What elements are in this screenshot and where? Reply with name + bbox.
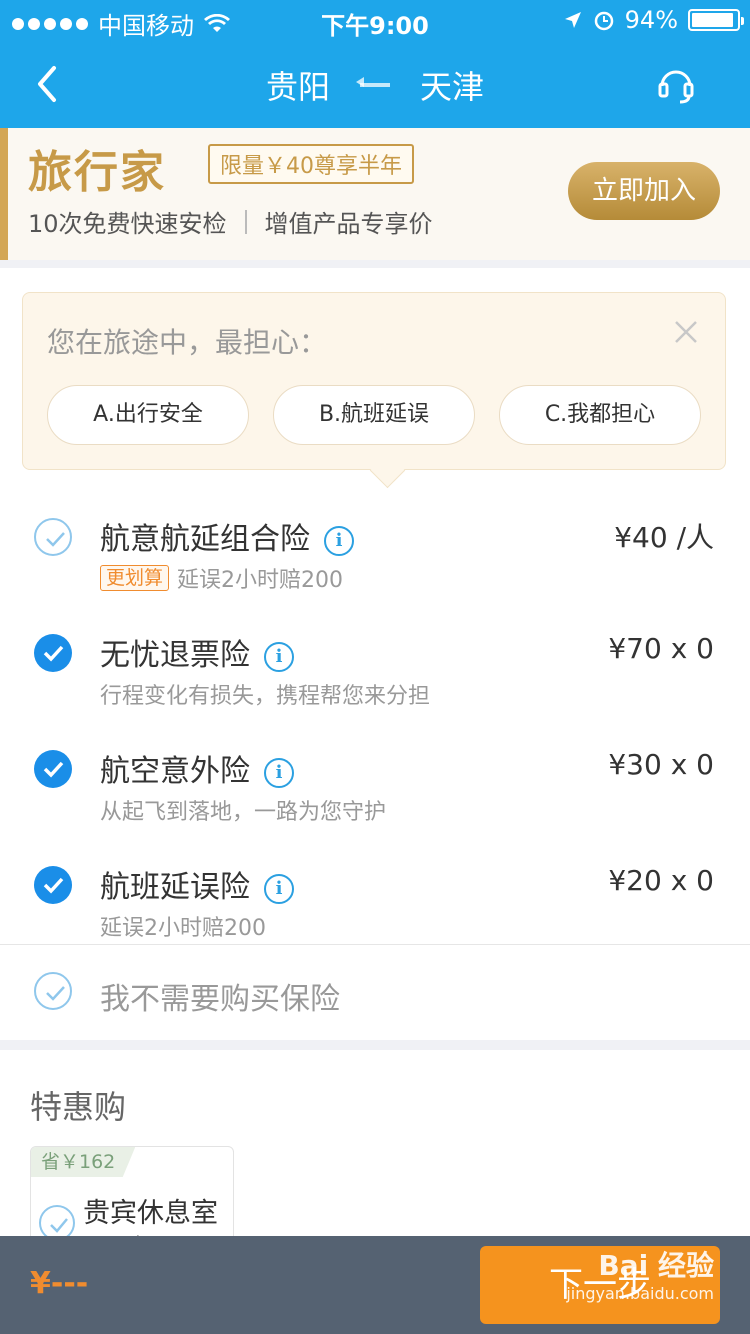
insurance-name: 航意航延组合险 — [100, 522, 310, 557]
checkbox-checked-icon[interactable] — [34, 634, 72, 672]
membership-banner: 旅行家 限量￥40尊享半年 10次免费快速安检 增值产品专享价 立即加入 — [0, 128, 750, 260]
promo-badge: 限量￥40尊享半年 — [208, 144, 414, 184]
benefits: 10次免费快速安检 增值产品专享价 — [28, 204, 433, 239]
insurance-name: 航空意外险 — [100, 754, 250, 789]
checkbox-unchecked-icon[interactable] — [34, 972, 72, 1010]
insurance-panel: 您在旅途中，最担心： A.出行安全 B.航班延误 C.我都担心 航意航延组合险 i… — [0, 268, 750, 1040]
route-arrow-icon — [356, 77, 390, 87]
divider — [0, 944, 750, 945]
insurance-price: ¥70 x 0 — [608, 632, 714, 665]
info-icon[interactable]: i — [264, 758, 294, 788]
deals-section: 特惠购 省￥162 贵宾休息室 ¥88/人 — [0, 1050, 750, 1256]
destination-city: 天津 — [420, 68, 485, 106]
survey-options: A.出行安全 B.航班延误 C.我都担心 — [47, 385, 701, 445]
bottom-bar: ¥--- 下一步 Bai 经验 jingyan.baidu.com — [0, 1236, 750, 1334]
insurance-row[interactable]: 航空意外险 i 从起飞到落地，一路为您守护 ¥30 x 0 — [0, 736, 750, 846]
origin-city: 贵阳 — [265, 68, 330, 106]
insurance-desc: 从起飞到落地，一路为您守护 — [100, 800, 387, 825]
insurance-desc: 延误2小时赔200 — [100, 916, 266, 941]
insurance-price: ¥40 /人 — [614, 521, 714, 554]
concern-survey: 您在旅途中，最担心： A.出行安全 B.航班延误 C.我都担心 — [22, 292, 726, 470]
insurance-row[interactable]: 无忧退票险 i 行程变化有损失，携程帮您来分担 ¥70 x 0 — [0, 620, 750, 730]
no-insurance-label: 我不需要购买保险 — [100, 982, 340, 1017]
battery-percent: 94% — [624, 6, 678, 34]
alarm-icon — [594, 11, 613, 31]
checkbox-checked-icon[interactable] — [34, 866, 72, 904]
save-badge: 省￥162 — [31, 1147, 136, 1177]
option-delay[interactable]: B.航班延误 — [273, 385, 475, 445]
info-icon[interactable]: i — [264, 874, 294, 904]
checkbox-unchecked-icon[interactable] — [34, 518, 72, 556]
deals-title: 特惠购 — [30, 1088, 127, 1126]
screen: { "status_bar": {"carrier": "中国移动", "tim… — [0, 0, 750, 1334]
insurance-name: 航班延误险 — [100, 870, 250, 905]
deal-name: 贵宾休息室 — [83, 1198, 218, 1229]
divider — [244, 209, 247, 234]
info-icon[interactable]: i — [324, 526, 354, 556]
header: 中国移动 下午9:00 94% 贵阳 天津 — [0, 0, 750, 128]
nav-bar: 贵阳 天津 — [0, 40, 750, 128]
insurance-price: ¥30 x 0 — [608, 748, 714, 781]
insurance-price: ¥20 x 0 — [608, 864, 714, 897]
checkbox-checked-icon[interactable] — [34, 750, 72, 788]
insurance-desc: 延误2小时赔200 — [177, 568, 344, 593]
status-bar: 中国移动 下午9:00 94% — [0, 0, 750, 40]
close-icon[interactable] — [673, 319, 699, 345]
total-price: ¥--- — [30, 1266, 89, 1301]
survey-question: 您在旅途中，最担心： — [47, 326, 328, 359]
location-icon — [564, 12, 581, 28]
insurance-desc: 行程变化有损失，携程帮您来分担 — [100, 684, 431, 709]
value-tag: 更划算 — [100, 565, 170, 591]
no-insurance-option[interactable]: 我不需要购买保险 — [0, 954, 750, 1034]
battery-icon — [688, 9, 744, 31]
brand-logo: 旅行家 — [28, 147, 166, 198]
route-title: 贵阳 天津 — [0, 62, 750, 108]
insurance-name: 无忧退票险 — [100, 638, 250, 673]
watermark: Bai 经验 jingyan.baidu.com — [566, 1249, 714, 1303]
join-button[interactable]: 立即加入 — [568, 162, 720, 220]
customer-service-icon[interactable] — [656, 64, 696, 104]
benefit-price: 增值产品专享价 — [264, 210, 433, 238]
option-both[interactable]: C.我都担心 — [499, 385, 701, 445]
benefit-security: 10次免费快速安检 — [28, 210, 227, 238]
info-icon[interactable]: i — [264, 642, 294, 672]
insurance-row[interactable]: 航意航延组合险 i 更划算 延误2小时赔200 ¥40 /人 — [0, 504, 750, 614]
insurance-row[interactable]: 航班延误险 i 延误2小时赔200 ¥20 x 0 — [0, 852, 750, 962]
option-safety[interactable]: A.出行安全 — [47, 385, 249, 445]
